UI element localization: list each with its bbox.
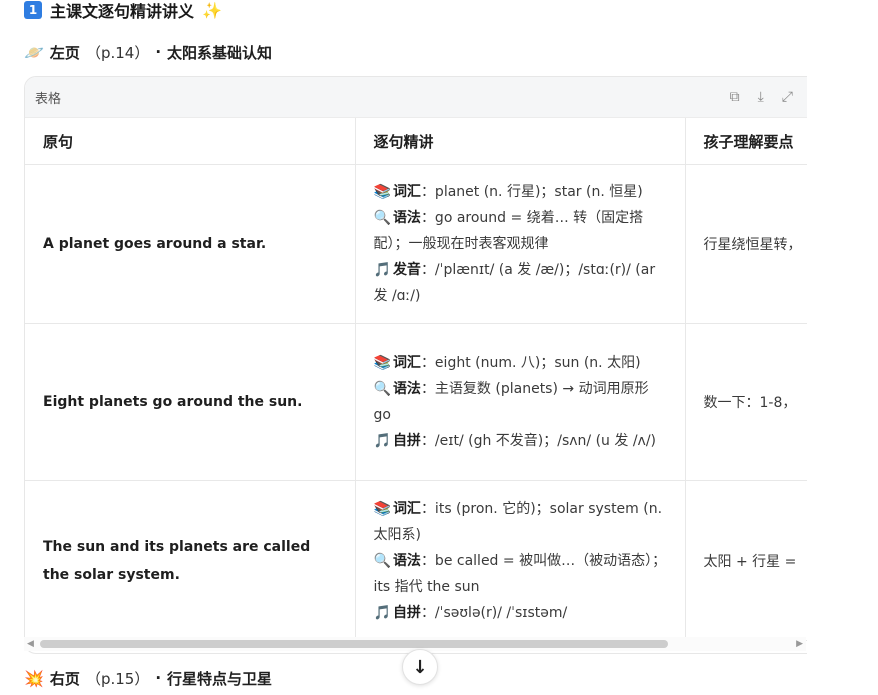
right-page-number: （p.15） <box>85 669 150 688</box>
section-title: 主课文逐句精讲讲义 <box>50 2 195 21</box>
vocab-line: 📚 词汇：planet (n. 行星)；star (n. 恒星) <box>373 184 643 200</box>
left-page-title: 左页 <box>49 43 80 62</box>
table-toolbar: ⧉ ⤓ ⤢ <box>730 89 797 105</box>
number-badge-icon: 1 <box>24 1 42 19</box>
arrow-down-icon: ↓ <box>412 656 428 678</box>
copy-icon[interactable]: ⧉ <box>730 89 740 105</box>
music-note-icon: 🎵 <box>373 262 391 278</box>
planet-icon: 🪐 <box>24 42 44 62</box>
right-page-subtitle: 行星特点与卫星 <box>167 669 273 688</box>
books-icon: 📚 <box>373 355 391 371</box>
explanation-cell: 📚 词汇：eight (num. 八)；sun (n. 太阳) 🔍 语法：主语复数 … <box>355 323 686 481</box>
bullet-dot: · <box>155 669 162 687</box>
magnifier-icon: 🔍 <box>373 210 391 226</box>
pronunciation-line: 🎵 发音：/ˈplænɪt/ (a 发 /æ/)；/stɑː(r)/ (ar 发 … <box>373 262 656 304</box>
lecture-table: 原句 逐句精讲 孩子理解要点 A planet goes around a st… <box>25 118 807 641</box>
right-page-heading: 💥 右页 （p.15） · 行星特点与卫星 <box>24 666 272 690</box>
table-label: 表格 <box>35 91 62 107</box>
grammar-line: 🔍 语法：be called = 被叫做…（被动语态）；its 指代 the su… <box>373 552 667 595</box>
magnifier-icon: 🔍 <box>373 381 391 397</box>
table-header-row: 原句 逐句精讲 孩子理解要点 <box>25 118 807 165</box>
original-sentence: The sun and its planets are called the s… <box>25 480 356 641</box>
right-page-title: 右页 <box>49 669 80 688</box>
books-icon: 📚 <box>373 184 391 200</box>
scroll-right-icon[interactable]: ▶ <box>796 637 803 651</box>
column-header-original: 原句 <box>25 118 356 165</box>
scrollbar-thumb[interactable] <box>40 640 668 648</box>
scroll-left-icon[interactable]: ◀ <box>27 637 34 651</box>
table-card: 表格 ⧉ ⤓ ⤢ 原句 逐句精讲 孩子理解要点 A planet goes ar… <box>24 76 807 654</box>
table-row: A planet goes around a star. 📚 词汇：planet … <box>25 164 807 324</box>
download-icon[interactable]: ⤓ <box>758 89 764 105</box>
vocab-line: 📚 词汇：its (pron. 它的)；solar system (n. 太阳系) <box>373 500 663 543</box>
phonics-line: 🎵 自拼：/ˈsəʊlə(r)/ /ˈsɪstəm/ <box>373 604 568 621</box>
music-note-icon: 🎵 <box>373 433 391 449</box>
sparkle-icon: ✨ <box>202 0 222 20</box>
section-heading: 1 主课文逐句精讲讲义 ✨ <box>24 0 222 21</box>
expand-icon[interactable]: ⤢ <box>782 89 793 105</box>
kid-point-cell: 数一下：1-8， <box>685 323 807 481</box>
burst-icon: 💥 <box>24 668 44 688</box>
left-page-subtitle: 太阳系基础认知 <box>167 43 273 62</box>
kid-point-cell: 太阳 + 行星 = <box>685 480 807 641</box>
left-page-number: （p.14） <box>85 43 150 62</box>
bullet-dot: · <box>155 43 162 61</box>
books-icon: 📚 <box>373 500 391 517</box>
magnifier-icon: 🔍 <box>373 552 391 569</box>
grammar-line: 🔍 语法：go around = 绕着… 转（固定搭配）；一般现在时表客观规律 <box>373 210 644 252</box>
grammar-line: 🔍 语法：主语复数 (planets) → 动词用原形 go <box>373 381 649 423</box>
left-page-heading: 🪐 左页 （p.14） · 太阳系基础认知 <box>24 40 272 64</box>
explanation-cell: 📚 词汇：planet (n. 行星)；star (n. 恒星) 🔍 语法：go a… <box>355 164 686 324</box>
scroll-down-button[interactable]: ↓ <box>402 649 438 685</box>
phonics-line: 🎵 自拼：/eɪt/ (gh 不发音)；/sʌn/ (u 发 /ʌ/) <box>373 433 657 449</box>
table-row: Eight planets go around the sun. 📚 词汇：eig… <box>25 323 807 481</box>
explanation-cell: 📚 词汇：its (pron. 它的)；solar system (n. 太阳系)… <box>355 480 686 641</box>
vocab-line: 📚 词汇：eight (num. 八)；sun (n. 太阳) <box>373 355 641 371</box>
original-sentence: A planet goes around a star. <box>25 164 356 324</box>
table-row: The sun and its planets are called the s… <box>25 480 807 641</box>
column-header-kid-points: 孩子理解要点 <box>685 118 807 165</box>
original-sentence: Eight planets go around the sun. <box>25 323 356 481</box>
kid-point-cell: 行星绕恒星转， <box>685 164 807 324</box>
music-note-icon: 🎵 <box>373 604 391 621</box>
table-card-header: 表格 ⧉ ⤓ ⤢ <box>25 77 807 118</box>
column-header-explanation: 逐句精讲 <box>355 118 686 165</box>
